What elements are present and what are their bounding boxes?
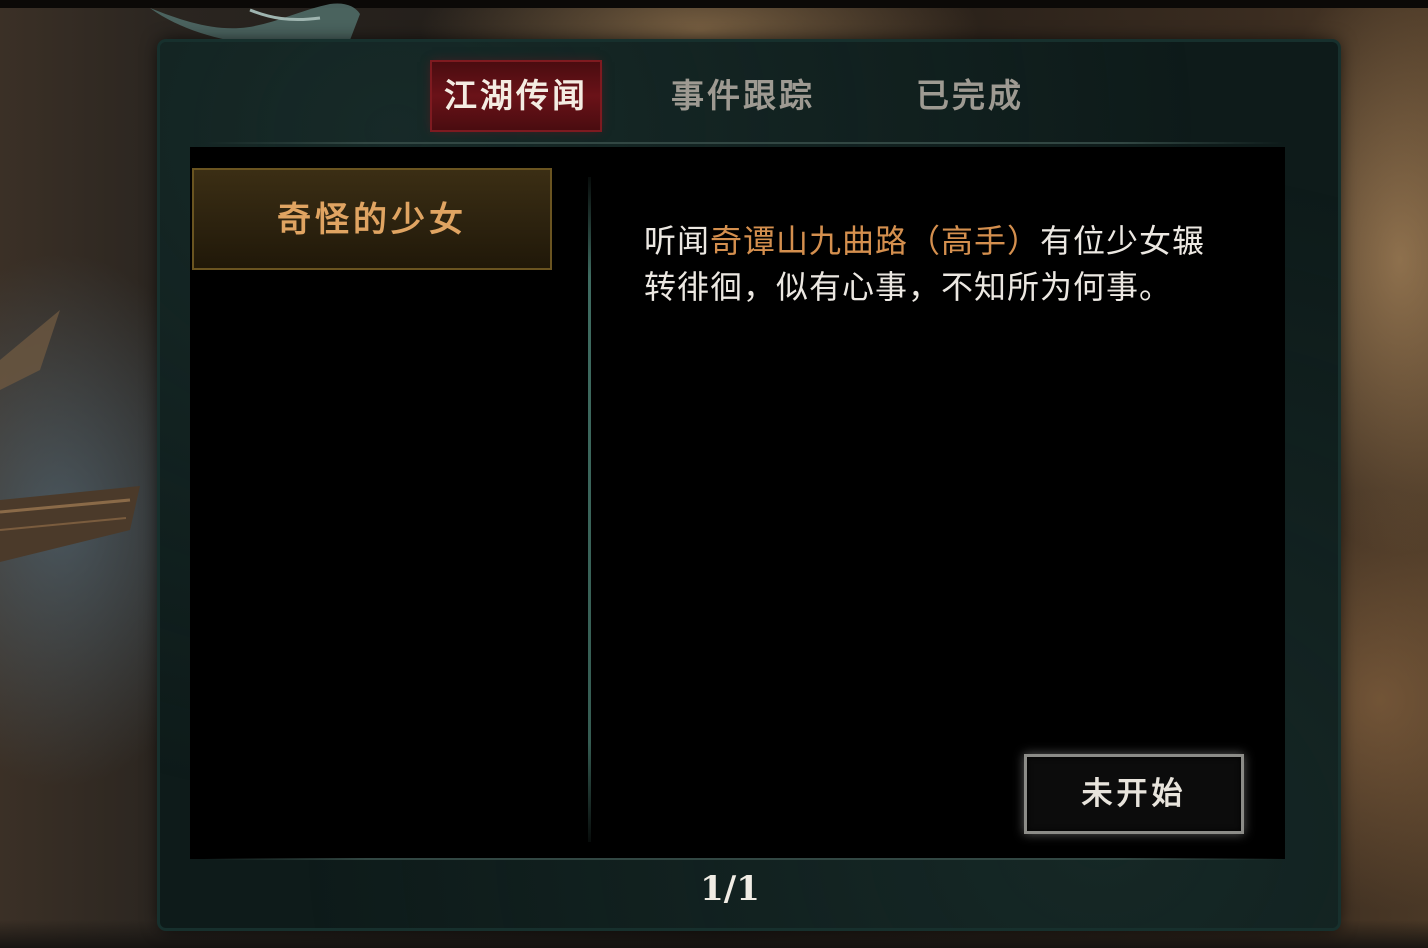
page-indicator: 1/1 (700, 869, 760, 909)
status-button-label: 未开始 (1081, 776, 1187, 812)
description-prefix: 听闻 (644, 222, 711, 260)
tab-completed[interactable]: 已完成 (900, 62, 1040, 130)
quest-description: 听闻奇谭山九曲路（高手）有位少女辗转徘徊，似有心事，不知所为何事。 (644, 218, 1234, 310)
status-button[interactable]: 未开始 (1024, 754, 1244, 834)
tab-rumors[interactable]: 江湖传闻 (432, 62, 600, 130)
boat-decoration (0, 310, 140, 562)
tab-divider (204, 142, 1284, 144)
location-link: 奇谭山九曲路（高手） (710, 222, 1041, 260)
quest-list-item-label: 奇怪的少女 (277, 200, 467, 240)
quest-list-item[interactable]: 奇怪的少女 (192, 168, 552, 270)
quest-log-panel: 江湖传闻 事件跟踪 已完成 奇怪的少女 听闻奇谭山九曲路（高手）有位少女辗转徘徊… (160, 42, 1338, 928)
tab-bar: 江湖传闻 事件跟踪 已完成 (160, 42, 1338, 142)
tab-tracking[interactable]: 事件跟踪 (658, 62, 828, 130)
bottom-divider (204, 858, 1284, 860)
vertical-divider (588, 177, 591, 842)
